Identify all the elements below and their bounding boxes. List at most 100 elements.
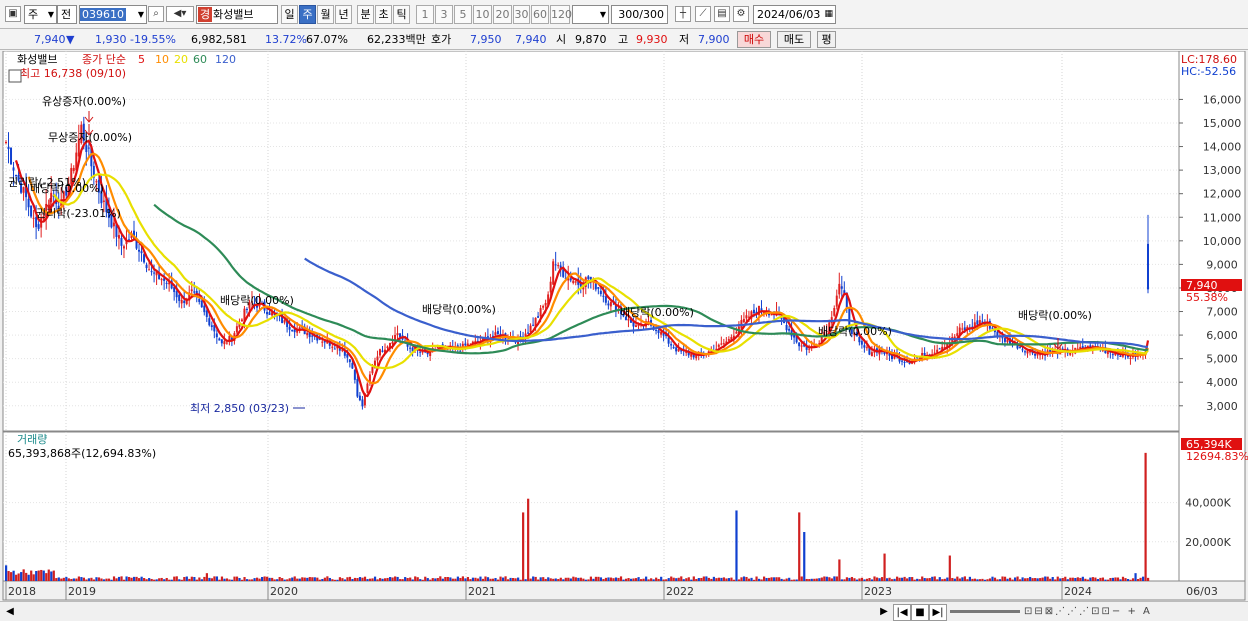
year-label: 2020 (270, 585, 298, 598)
volume-bar (127, 576, 131, 581)
market-select[interactable]: 주 ▼ (24, 5, 57, 24)
buy-button[interactable]: 매수 (737, 31, 771, 48)
volume-bar (860, 577, 864, 581)
window-icon[interactable]: ▣ (5, 6, 21, 22)
volume-bar (1111, 577, 1115, 581)
volume-bar (529, 578, 532, 581)
count-select[interactable]: ▼ (572, 5, 609, 24)
volume-bar (948, 555, 951, 581)
volume-bar (170, 579, 173, 581)
play-icon[interactable]: ▶| (929, 604, 947, 621)
candle-body (396, 333, 399, 336)
stock-name-field[interactable]: 경 화성밸브 (196, 5, 278, 24)
year-label: 2018 (8, 585, 36, 598)
volume-bar (1104, 579, 1107, 581)
candle-body (973, 322, 976, 327)
tab-0[interactable]: 일 (281, 5, 298, 24)
turnover-pct: 13.72% (265, 33, 307, 46)
date-input[interactable]: 2024/06/03 ▦ (753, 5, 836, 24)
volume-bar (870, 579, 874, 581)
candle-body (529, 325, 532, 333)
zoom-slider[interactable] (950, 610, 1020, 613)
open-label: 시 (556, 33, 567, 46)
average-button[interactable]: 평 (817, 31, 836, 48)
candle-body (193, 291, 196, 293)
volume-bar (404, 577, 407, 581)
chevron-down-icon[interactable]: ▼ (138, 6, 144, 23)
period-button-20[interactable]: 20 (493, 5, 512, 24)
period-button-1[interactable]: 1 (416, 5, 434, 24)
candle-body (366, 383, 369, 393)
tab-5[interactable]: 초 (375, 5, 392, 24)
period-button-10[interactable]: 10 (473, 5, 492, 24)
volume-bar (712, 576, 715, 581)
scroll-left-icon[interactable]: ◀ (4, 604, 16, 619)
price-change: 1,930 (95, 33, 127, 46)
volume-bar (966, 579, 969, 581)
volume-bar (604, 577, 608, 581)
candle-body (657, 330, 660, 334)
volume-bar (190, 576, 193, 581)
skip-back-icon[interactable]: |◀ (893, 604, 911, 621)
save-icon[interactable]: ▤ (714, 6, 730, 22)
period-button-5[interactable]: 5 (454, 5, 472, 24)
period-button-3[interactable]: 3 (435, 5, 453, 24)
period-button-60[interactable]: 60 (531, 5, 549, 24)
volume-bar (431, 578, 434, 581)
chart-scrollbar[interactable]: ◀ ▶ |◀ ■ ▶| ⊡⊟⊠⋰⋰⋰⊡⊡− + A (0, 601, 1248, 621)
volume-bar (619, 576, 623, 581)
count-input[interactable]: 300/300 (611, 5, 668, 24)
candle-body (140, 251, 143, 254)
tab-2[interactable]: 월 (317, 5, 334, 24)
volume-bar (175, 576, 178, 581)
volume-bar (519, 579, 522, 581)
volume-bar (429, 579, 432, 581)
sell-button[interactable]: 매도 (777, 31, 811, 48)
period-button-120[interactable]: 120 (550, 5, 572, 24)
volume-bar (1131, 578, 1135, 581)
candle-body (720, 343, 723, 345)
search-icon[interactable]: ⌕ (148, 6, 164, 22)
volume-bar (798, 512, 801, 581)
volume-bar (85, 579, 88, 581)
volume-bar (750, 577, 753, 581)
volume-bar (720, 577, 723, 581)
volume-bar (356, 578, 359, 581)
tab-1[interactable]: 주 (299, 5, 316, 24)
drawing-tools-icon[interactable]: ⊡⊟⊠⋰⋰⋰⊡⊡− + A (1024, 604, 1234, 619)
volume-bar (12, 570, 15, 581)
gear-icon[interactable]: ⚙ (733, 6, 749, 22)
scroll-right-icon[interactable]: ▶ (878, 604, 890, 619)
trend-tool-icon[interactable]: ⟋ (695, 6, 711, 22)
candle-icon[interactable]: ┼ (675, 6, 691, 22)
volume-bar (145, 579, 148, 581)
period-button-30[interactable]: 30 (513, 5, 530, 24)
volume-bar (248, 579, 251, 581)
volume-bar (840, 579, 843, 581)
calendar-icon[interactable]: ▦ (824, 6, 833, 23)
volume-bar (998, 579, 1002, 581)
volume-bar (569, 578, 572, 581)
volume-bar (680, 576, 683, 581)
volume-bar (97, 577, 101, 581)
candle-body (150, 271, 153, 273)
stop-icon[interactable]: ■ (911, 604, 929, 621)
volume-bar (47, 569, 50, 581)
speaker-icon[interactable]: ◀▾ (166, 6, 194, 22)
volume-bar (373, 576, 377, 581)
candle-body (690, 354, 693, 357)
stock-code-input[interactable]: 039610 ▼ (79, 5, 147, 24)
tab-6[interactable]: 틱 (393, 5, 410, 24)
volume-bar (524, 579, 527, 581)
price-tick-label: 4,000 (1206, 376, 1238, 389)
volume-bar (160, 577, 163, 581)
period-type-select[interactable]: 전 (57, 5, 77, 24)
candle-body (198, 298, 201, 302)
tab-3[interactable]: 년 (335, 5, 352, 24)
volume-bar (996, 579, 999, 581)
volume-bar (27, 574, 30, 581)
volume-bar (1051, 576, 1054, 581)
tab-4[interactable]: 분 (357, 5, 374, 24)
candle-body (399, 333, 402, 338)
volume-bar (953, 578, 956, 581)
